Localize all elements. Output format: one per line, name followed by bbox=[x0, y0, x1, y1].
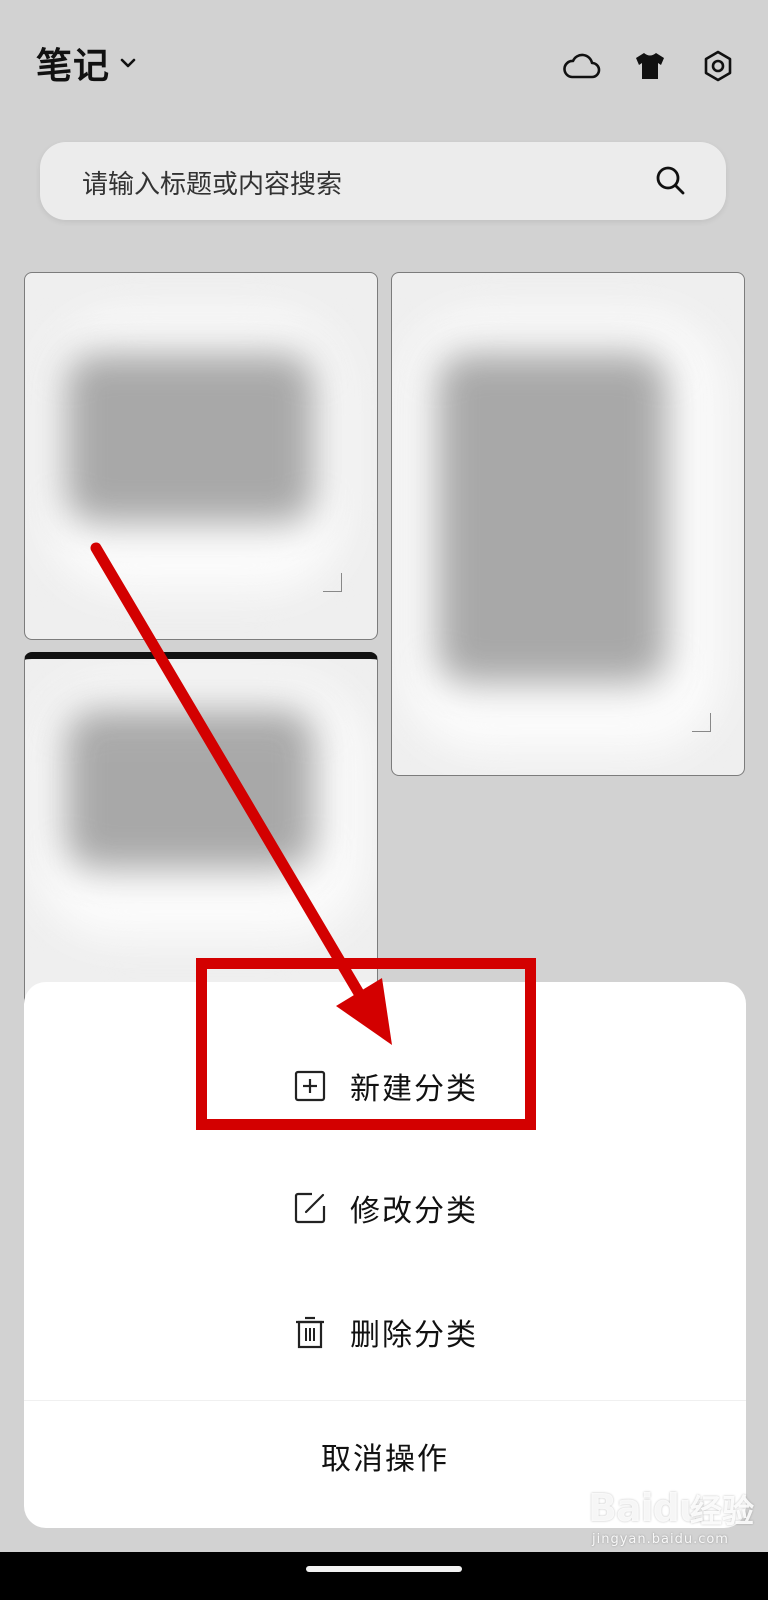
tshirt-icon bbox=[636, 53, 664, 79]
edit-category-label: 修改分类 bbox=[350, 1194, 478, 1229]
delete-category-label: 删除分类 bbox=[350, 1318, 478, 1353]
annotation-highlight-box bbox=[196, 958, 536, 1130]
edit-category-button[interactable]: 修改分类 bbox=[24, 1158, 746, 1258]
cloud-icon bbox=[563, 53, 601, 79]
settings-icon bbox=[704, 50, 732, 82]
cloud-sync-button[interactable] bbox=[560, 44, 604, 88]
theme-button[interactable] bbox=[628, 44, 672, 88]
category-selector[interactable]: 笔记 bbox=[36, 40, 138, 87]
note-card[interactable] bbox=[24, 272, 378, 640]
search-bar[interactable]: 请输入标题或内容搜索 bbox=[40, 142, 726, 220]
search-icon[interactable] bbox=[652, 162, 690, 200]
watermark-url: jingyan.baidu.com bbox=[592, 1532, 729, 1547]
edit-icon bbox=[294, 1192, 326, 1224]
watermark-brand: Baidu bbox=[588, 1486, 706, 1530]
sheet-divider bbox=[24, 1400, 746, 1401]
system-nav-bar bbox=[0, 1552, 768, 1600]
delete-category-button[interactable]: 删除分类 bbox=[24, 1282, 746, 1382]
trash-icon bbox=[296, 1316, 324, 1349]
page-title: 笔记 bbox=[36, 46, 111, 87]
watermark-suffix: 经验 bbox=[690, 1492, 755, 1530]
search-input[interactable]: 请输入标题或内容搜索 bbox=[82, 164, 342, 201]
home-indicator[interactable] bbox=[306, 1566, 462, 1572]
note-card[interactable] bbox=[391, 272, 745, 776]
chevron-down-icon bbox=[120, 58, 136, 68]
cancel-label: 取消操作 bbox=[321, 1442, 449, 1477]
settings-button[interactable] bbox=[696, 44, 740, 88]
